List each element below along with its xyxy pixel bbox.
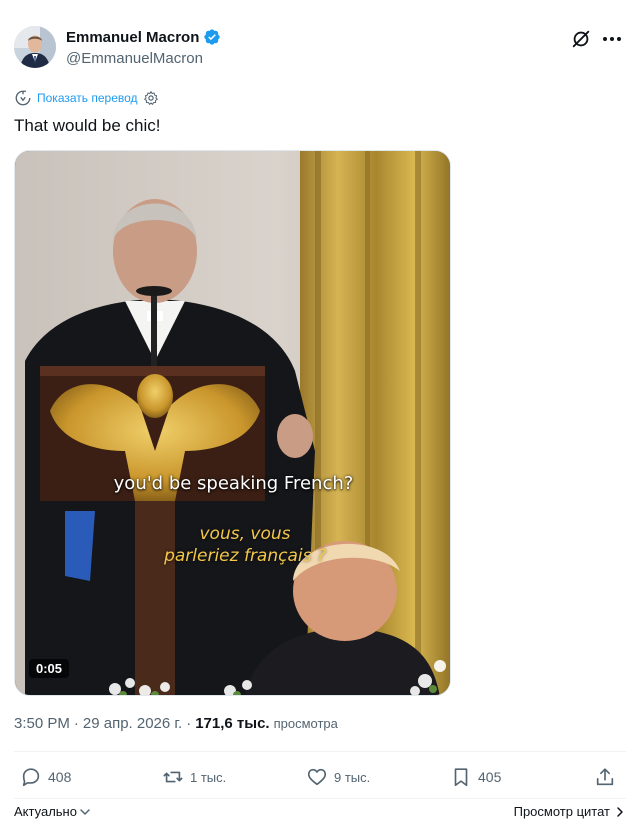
reply-count: 408 (48, 769, 72, 785)
views-label: просмотра (273, 716, 338, 731)
tweet-date[interactable]: 29 апр. 2026 г. (83, 715, 182, 732)
action-bar: 408 1 тыс. 9 тыс. 405 (14, 762, 626, 794)
bookmark-count: 405 (478, 769, 502, 785)
chevron-down-icon (80, 808, 90, 815)
more-icon[interactable] (600, 30, 624, 48)
author-handle[interactable]: @EmmanuelMacron (66, 50, 203, 67)
verified-badge-icon (204, 29, 221, 45)
replies-header: Актуально Просмотр цитат (14, 804, 626, 824)
show-translation-link[interactable]: Показать перевод (37, 91, 138, 105)
tweet-time[interactable]: 3:50 PM (14, 715, 70, 732)
gear-icon[interactable] (143, 90, 159, 106)
sort-dropdown[interactable]: Актуально (14, 804, 91, 819)
chevron-right-icon (617, 806, 623, 817)
video-duration: 0:05 (29, 659, 70, 678)
like-count: 9 тыс. (334, 769, 371, 785)
avatar[interactable] (14, 26, 56, 68)
share-icon (596, 768, 614, 786)
tweet: Emmanuel Macron @EmmanuelMacron Показать… (0, 0, 640, 838)
divider (14, 751, 626, 752)
meta-separator: · (186, 715, 192, 732)
repost-icon (163, 771, 183, 783)
like-button[interactable]: 9 тыс. (306, 766, 370, 788)
meta-separator: · (73, 715, 79, 732)
grok-icon[interactable] (570, 28, 592, 50)
repost-button[interactable]: 1 тыс. (162, 766, 226, 788)
sort-label: Актуально (14, 804, 77, 819)
bookmark-icon (454, 768, 468, 787)
translate-icon (15, 90, 31, 106)
views-count: 171,6 тыс. (195, 715, 270, 732)
caption-french: vous, vous parleriez français ? (145, 523, 345, 567)
video-player[interactable]: you'd be speaking French? vous, vous par… (14, 150, 451, 696)
reply-button[interactable]: 408 (20, 766, 71, 788)
translate-row: Показать перевод (14, 89, 159, 107)
author-name-row: Emmanuel Macron (66, 28, 221, 46)
share-button[interactable] (594, 766, 616, 788)
caption-english: you'd be speaking French? (113, 473, 354, 494)
video-frame (15, 151, 450, 695)
repost-count: 1 тыс. (190, 769, 227, 785)
tweet-meta: 3:50 PM · 29 апр. 2026 г. · 171,6 тыс. п… (14, 715, 338, 732)
author-display-name[interactable]: Emmanuel Macron (66, 29, 199, 46)
bookmark-button[interactable]: 405 (450, 766, 501, 788)
caption-french-line-2: parleriez français ? (164, 546, 326, 566)
divider (14, 798, 626, 799)
heart-icon (307, 768, 327, 786)
reply-icon (22, 768, 40, 787)
view-quotes-label: Просмотр цитат (513, 804, 610, 819)
view-quotes-link[interactable]: Просмотр цитат (514, 804, 626, 819)
caption-french-line-1: vous, vous (199, 524, 291, 544)
tweet-text: That would be chic! (14, 116, 161, 135)
